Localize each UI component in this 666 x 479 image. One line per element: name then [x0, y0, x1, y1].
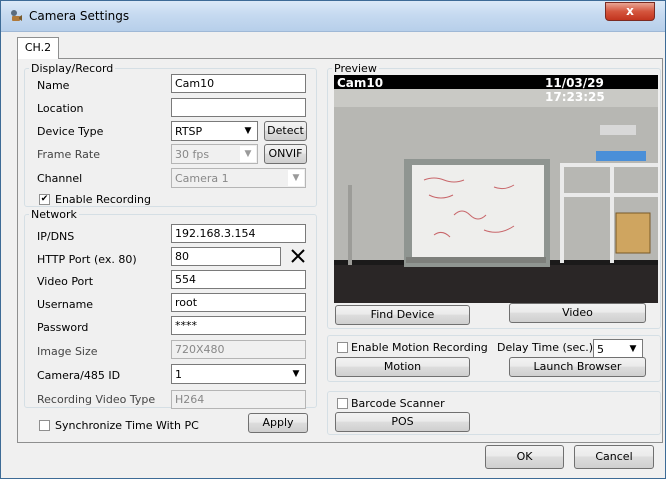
osd-timestamp: 11/03/29 17:23:25 [545, 76, 605, 104]
location-input[interactable] [171, 98, 306, 117]
image-size-label: Image Size [37, 345, 98, 358]
ok-button[interactable]: OK [485, 445, 564, 469]
frame-rate-value: 30 fps [175, 148, 210, 161]
ipdns-input[interactable]: 192.168.3.154 [171, 224, 306, 243]
pos-button[interactable]: POS [335, 412, 470, 432]
enable-motion-label: Enable Motion Recording [351, 341, 488, 354]
password-label: Password [37, 321, 89, 334]
image-size-input[interactable]: 720X480 [171, 340, 306, 359]
sync-time-checkbox[interactable] [39, 420, 50, 431]
window-title: Camera Settings [29, 9, 130, 23]
device-type-value: RTSP [175, 125, 203, 138]
detect-button[interactable]: Detect [264, 121, 307, 141]
cancel-button[interactable]: Cancel [574, 445, 654, 469]
delay-time-value: 5 [597, 343, 604, 356]
tab-ch2[interactable]: CH.2 [17, 37, 59, 59]
camera-preview[interactable]: Cam10 11/03/29 17:23:25 [334, 75, 658, 303]
osd-camera-name: Cam10 [337, 76, 384, 90]
delay-time-select[interactable]: 5 ▼ [593, 339, 643, 359]
chevron-down-icon: ▼ [240, 123, 256, 139]
username-label: Username [37, 298, 94, 311]
camera485-select[interactable]: 1 ▼ [171, 364, 306, 384]
delay-time-label: Delay Time (sec.) [497, 341, 594, 354]
launch-browser-button[interactable]: Launch Browser [509, 357, 646, 377]
network-legend: Network [31, 208, 77, 221]
name-label: Name [37, 79, 70, 92]
onvif-button[interactable]: ONVIF [264, 144, 307, 164]
preview-legend: Preview [334, 62, 377, 75]
chevron-down-icon: ▼ [625, 341, 641, 357]
barcode-scanner-checkbox[interactable] [337, 398, 348, 409]
camera-app-icon [11, 10, 22, 21]
enable-recording-checkbox[interactable]: ✔ [39, 194, 50, 205]
motion-button[interactable]: Motion [335, 357, 470, 377]
device-type-label: Device Type [37, 125, 104, 138]
channel-select[interactable]: Camera 1 ▼ [171, 168, 306, 188]
frame-rate-label: Frame Rate [37, 148, 100, 161]
close-button[interactable]: x [605, 2, 655, 21]
video-port-input[interactable]: 554 [171, 270, 306, 289]
title-bar: Camera Settings x [1, 1, 665, 32]
close-icon: x [626, 4, 634, 18]
chevron-down-icon: ▼ [240, 146, 256, 162]
rec-video-type-input[interactable]: H264 [171, 390, 306, 409]
chevron-down-icon: ▼ [288, 170, 304, 186]
username-input[interactable]: root [171, 293, 306, 312]
password-input[interactable]: **** [171, 316, 306, 335]
rec-video-type-label: Recording Video Type [37, 393, 156, 406]
http-port-input[interactable]: 80 [171, 247, 281, 266]
channel-label: Channel [37, 172, 83, 185]
device-type-select[interactable]: RTSP ▼ [171, 121, 258, 141]
camera485-label: Camera/485 ID [37, 369, 121, 382]
clear-x-icon[interactable] [289, 247, 307, 265]
find-device-button[interactable]: Find Device [335, 305, 470, 325]
barcode-scanner-label: Barcode Scanner [351, 397, 445, 410]
camera-settings-window: Camera Settings x CH.2 Display/Record Na… [0, 0, 666, 479]
checkmark-icon: ✔ [40, 194, 49, 204]
enable-recording-label: Enable Recording [55, 193, 151, 206]
sync-time-label: Synchronize Time With PC [55, 419, 199, 432]
chevron-down-icon: ▼ [288, 366, 304, 382]
channel-value: Camera 1 [175, 172, 229, 185]
apply-button[interactable]: Apply [248, 413, 308, 433]
camera485-value: 1 [175, 368, 182, 381]
video-button[interactable]: Video [509, 303, 646, 323]
ipdns-label: IP/DNS [37, 230, 75, 243]
frame-rate-select[interactable]: 30 fps ▼ [171, 144, 258, 164]
location-label: Location [37, 102, 84, 115]
video-port-label: Video Port [37, 275, 94, 288]
enable-motion-checkbox[interactable] [337, 342, 348, 353]
name-input[interactable]: Cam10 [171, 74, 306, 93]
display-record-legend: Display/Record [31, 62, 114, 75]
http-port-label: HTTP Port (ex. 80) [37, 253, 137, 266]
camera-frame-image [334, 75, 658, 303]
